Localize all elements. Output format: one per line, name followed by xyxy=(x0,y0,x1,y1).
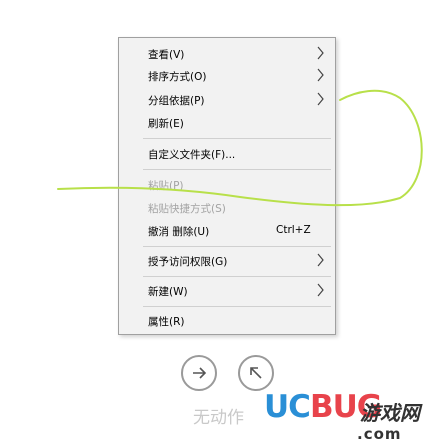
menu-item-paste-shortcut: 粘贴快捷方式(S) xyxy=(119,197,335,219)
arrow-right-icon xyxy=(193,367,207,379)
menu-separator xyxy=(143,246,331,247)
menu-item-give-access[interactable]: 授予访问权限(G) xyxy=(119,250,335,272)
menu-item-view[interactable]: 查看(V) xyxy=(119,43,335,65)
chevron-right-icon xyxy=(317,68,324,82)
context-menu: 查看(V) 排序方式(O) 分组依据(P) 刷新(E) 自定义文件夹(F)...… xyxy=(118,37,336,335)
menu-item-properties[interactable]: 属性(R) xyxy=(119,310,335,332)
menu-item-new[interactable]: 新建(W) xyxy=(119,280,335,302)
menu-item-label: 分组依据(P) xyxy=(148,95,205,107)
watermark-cn: 游戏网 xyxy=(360,401,420,425)
menu-item-label: 授予访问权限(G) xyxy=(148,256,228,268)
menu-item-label: 粘贴(P) xyxy=(148,180,184,192)
menu-item-label: 撤消 删除(U) xyxy=(148,226,210,238)
menu-separator xyxy=(143,169,331,170)
chevron-right-icon xyxy=(317,92,324,106)
arrow-up-left-icon xyxy=(250,367,262,379)
menu-item-label: 排序方式(O) xyxy=(148,71,207,83)
chevron-right-icon xyxy=(317,253,324,267)
chevron-right-icon xyxy=(317,283,324,297)
menu-item-label: 粘贴快捷方式(S) xyxy=(148,203,226,215)
menu-item-label: 属性(R) xyxy=(148,316,185,328)
menu-item-label: 查看(V) xyxy=(148,49,185,61)
menu-item-group-by[interactable]: 分组依据(P) xyxy=(119,89,335,111)
menu-separator xyxy=(143,306,331,307)
menu-separator xyxy=(143,138,331,139)
menu-item-label: 自定义文件夹(F)... xyxy=(148,149,236,161)
forward-button[interactable] xyxy=(181,355,217,391)
menu-item-shortcut: Ctrl+Z xyxy=(276,224,311,236)
menu-item-paste: 粘贴(P) xyxy=(119,174,335,196)
menu-item-customize-folder[interactable]: 自定义文件夹(F)... xyxy=(119,143,335,165)
watermark-uc: UC xyxy=(264,389,311,425)
chevron-right-icon xyxy=(317,46,324,60)
menu-item-label: 刷新(E) xyxy=(148,118,184,130)
status-text: 无动作 xyxy=(193,408,244,428)
watermark-domain: .com xyxy=(357,425,402,443)
menu-item-undo-delete[interactable]: 撤消 删除(U) Ctrl+Z xyxy=(119,220,335,242)
menu-item-refresh[interactable]: 刷新(E) xyxy=(119,112,335,134)
menu-item-sort-by[interactable]: 排序方式(O) xyxy=(119,65,335,87)
menu-item-label: 新建(W) xyxy=(148,286,188,298)
up-button[interactable] xyxy=(238,355,274,391)
menu-separator xyxy=(143,276,331,277)
